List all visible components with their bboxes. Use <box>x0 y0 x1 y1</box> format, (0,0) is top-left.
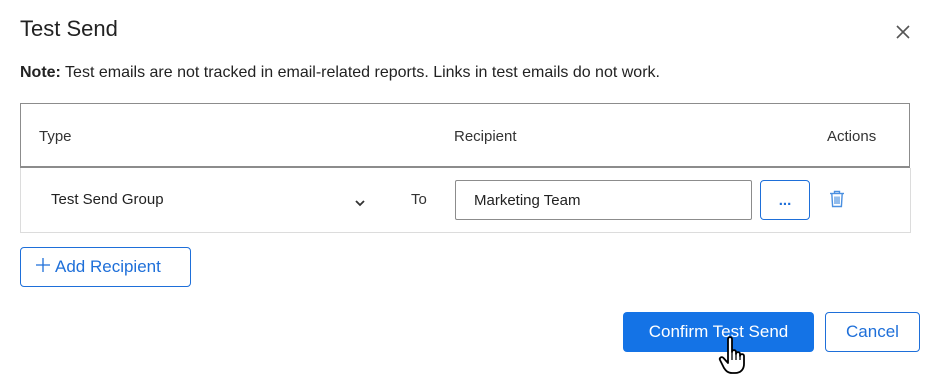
to-label: To <box>411 191 427 208</box>
browse-recipient-button[interactable]: ... <box>760 180 810 220</box>
type-select-value: Test Send Group <box>51 191 164 208</box>
dialog-title: Test Send <box>20 16 118 41</box>
column-header-actions: Actions <box>827 128 877 145</box>
trash-icon[interactable] <box>829 190 845 213</box>
column-header-type: Type <box>39 128 72 145</box>
chevron-down-icon <box>354 195 366 213</box>
close-icon[interactable] <box>893 22 913 42</box>
add-recipient-label: Add Recipient <box>55 257 161 276</box>
note-label: Note: <box>20 64 61 81</box>
type-select[interactable]: Test Send Group <box>21 168 371 232</box>
note-text: Note: Test emails are not tracked in ema… <box>20 64 660 82</box>
cancel-button[interactable]: Cancel <box>825 312 920 352</box>
test-send-dialog: Test Send Note: Test emails are not trac… <box>0 0 940 379</box>
note-body: Test emails are not tracked in email-rel… <box>60 64 660 81</box>
hand-pointer-cursor-icon <box>718 335 752 379</box>
table-row: Test Send Group To ... <box>20 168 911 233</box>
add-recipient-button[interactable]: Add Recipient <box>20 247 191 287</box>
recipient-input[interactable] <box>455 180 752 220</box>
table-header: Type Recipient Actions <box>20 103 910 168</box>
plus-icon <box>35 257 51 278</box>
column-header-recipient: Recipient <box>454 128 517 145</box>
